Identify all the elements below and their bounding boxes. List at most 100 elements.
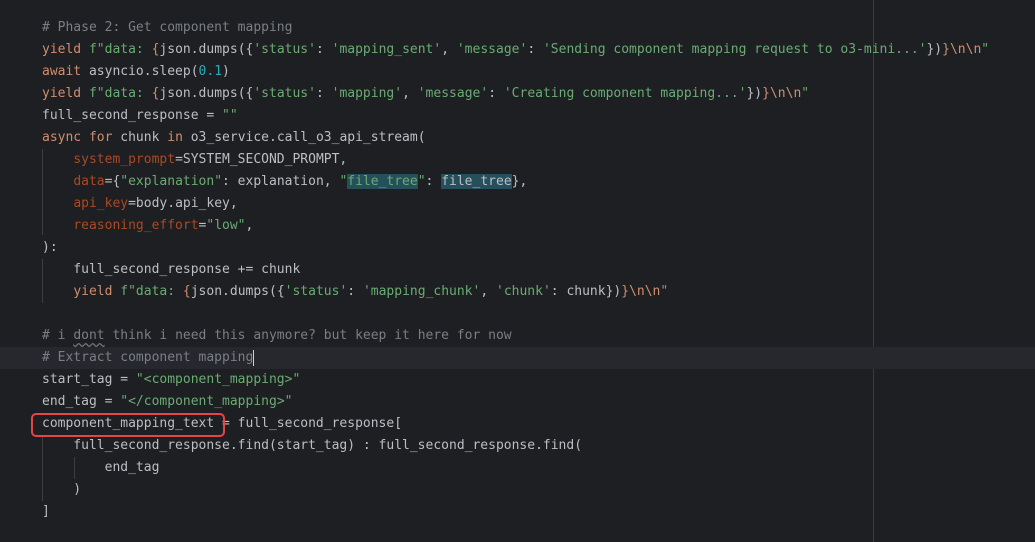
code-text: system_prompt=SYSTEM_SECOND_PROMPT, <box>42 149 347 171</box>
code-line[interactable]: ] <box>0 501 1035 523</box>
code-token: }) <box>926 42 943 57</box>
code-token: 'mapping_chunk' <box>362 284 481 299</box>
code-token: : <box>488 86 504 101</box>
code-line[interactable]: # Phase 2: Get component mapping <box>0 17 1035 39</box>
code-token: # i <box>42 328 74 343</box>
code-token: : <box>347 284 363 299</box>
code-line[interactable]: async for chunk in o3_service.call_o3_ap… <box>0 127 1035 149</box>
code-line[interactable]: full_second_response = "" <box>0 105 1035 127</box>
code-text: # Extract component mapping <box>42 347 255 369</box>
code-token: full_second_response.find(start_tag) : f… <box>42 438 583 453</box>
code-token: }, <box>511 174 528 189</box>
code-line[interactable]: # i dont think i need this anymore? but … <box>0 325 1035 347</box>
code-line[interactable]: data={"explanation": explanation, "file_… <box>0 171 1035 193</box>
code-token: "</component_mapping>" <box>120 394 293 409</box>
code-line[interactable]: full_second_response.find(start_tag) : f… <box>0 435 1035 457</box>
code-token: json.dumps({ <box>159 42 254 57</box>
code-token: ): <box>42 240 58 255</box>
code-token: \n\n <box>949 42 982 57</box>
code-token: "low" <box>206 218 246 233</box>
code-line[interactable]: await asyncio.sleep(0.1) <box>0 61 1035 83</box>
code-text: await asyncio.sleep(0.1) <box>42 61 230 83</box>
code-line[interactable]: ): <box>0 237 1035 259</box>
code-text: ): <box>42 237 58 259</box>
code-text: yield f"data: {json.dumps({'status': 'ma… <box>42 83 809 105</box>
code-token: system_prompt <box>73 152 176 167</box>
code-token: yield <box>42 86 89 101</box>
code-token: dont <box>73 328 105 343</box>
code-token: file_tree <box>441 174 512 189</box>
code-token: start_tag = <box>42 372 136 387</box>
code-text: start_tag = "<component_mapping>" <box>42 369 300 391</box>
code-line[interactable]: reasoning_effort="low", <box>0 215 1035 237</box>
code-token: yield <box>73 284 121 299</box>
code-token: 'Sending component mapping request to o3… <box>542 42 927 57</box>
code-token: json.dumps({ <box>190 284 285 299</box>
code-line[interactable]: full_second_response += chunk <box>0 259 1035 281</box>
code-token: "" <box>222 108 238 123</box>
code-token: async for <box>42 130 121 145</box>
code-editor[interactable]: # Phase 2: Get component mapping yield f"… <box>0 0 1035 542</box>
code-token: " <box>981 42 990 57</box>
code-token: : chunk}) <box>550 284 622 299</box>
code-text: full_second_response += chunk <box>42 259 300 281</box>
code-token: : <box>315 42 332 57</box>
code-token: await <box>42 64 89 79</box>
code-text: ) <box>42 479 81 501</box>
code-text: full_second_response.find(start_tag) : f… <box>42 435 582 457</box>
code-line[interactable]: yield f"data: {json.dumps({'status': 'ma… <box>0 83 1035 105</box>
code-token: \n\n <box>629 284 661 299</box>
code-token: : <box>425 174 442 189</box>
code-token: , <box>480 284 496 299</box>
code-token: 'status' <box>253 42 316 57</box>
code-line[interactable]: end_tag = "</component_mapping>" <box>0 391 1035 413</box>
code-token: = full_second_response[ <box>214 416 403 431</box>
code-line[interactable]: # Extract component mapping <box>0 347 1035 369</box>
code-text: api_key=body.api_key, <box>42 193 238 215</box>
code-token: 0.1 <box>198 64 223 79</box>
code-text: yield f"data: {json.dumps({'status': 'ma… <box>42 39 989 61</box>
code-line[interactable]: end_tag <box>0 457 1035 479</box>
code-token: # Phase 2: Get component mapping <box>42 20 293 35</box>
code-line[interactable]: api_key=body.api_key, <box>0 193 1035 215</box>
code-token: { <box>182 284 191 299</box>
code-token: " <box>660 284 669 299</box>
code-token: full_second_response += chunk <box>42 262 301 277</box>
code-text: end_tag = "</component_mapping>" <box>42 391 292 413</box>
code-token: } <box>621 284 630 299</box>
code-text: full_second_response = "" <box>42 105 238 127</box>
code-token: file_tree <box>347 174 418 189</box>
code-token: in <box>167 130 191 145</box>
code-line[interactable]: yield f"data: {json.dumps({'status': 'ma… <box>0 281 1035 303</box>
code-token: o3_service.call_o3_api_stream( <box>190 130 426 145</box>
code-line[interactable] <box>0 303 1035 325</box>
code-text: # Phase 2: Get component mapping <box>42 17 292 39</box>
code-token: 'mapping' <box>331 86 403 101</box>
text-caret <box>253 349 255 366</box>
code-token: \n\n <box>769 86 802 101</box>
code-text: yield f"data: {json.dumps({'status': 'ma… <box>42 281 668 303</box>
code-token: 'message' <box>417 86 489 101</box>
code-text: end_tag <box>42 457 160 479</box>
code-line[interactable]: system_prompt=SYSTEM_SECOND_PROMPT, <box>0 149 1035 171</box>
code-token: =body.api_key, <box>128 196 238 211</box>
code-token: f"data: <box>88 42 152 57</box>
code-token: 'message' <box>456 42 528 57</box>
code-token: } <box>942 42 950 57</box>
code-line[interactable]: yield f"data: {json.dumps({'status': 'ma… <box>0 39 1035 61</box>
code-token: chunk <box>120 130 168 145</box>
code-line[interactable]: ) <box>0 479 1035 501</box>
indent-guide <box>42 435 43 501</box>
code-token: " <box>417 174 426 189</box>
code-text: data={"explanation": explanation, "file_… <box>42 171 527 193</box>
code-token: f"data: <box>88 86 152 101</box>
code-line[interactable]: start_tag = "<component_mapping>" <box>0 369 1035 391</box>
code-token: ] <box>42 504 50 519</box>
code-token: asyncio.sleep( <box>88 64 199 79</box>
code-token: ={ <box>104 174 121 189</box>
code-token: json.dumps({ <box>159 86 254 101</box>
